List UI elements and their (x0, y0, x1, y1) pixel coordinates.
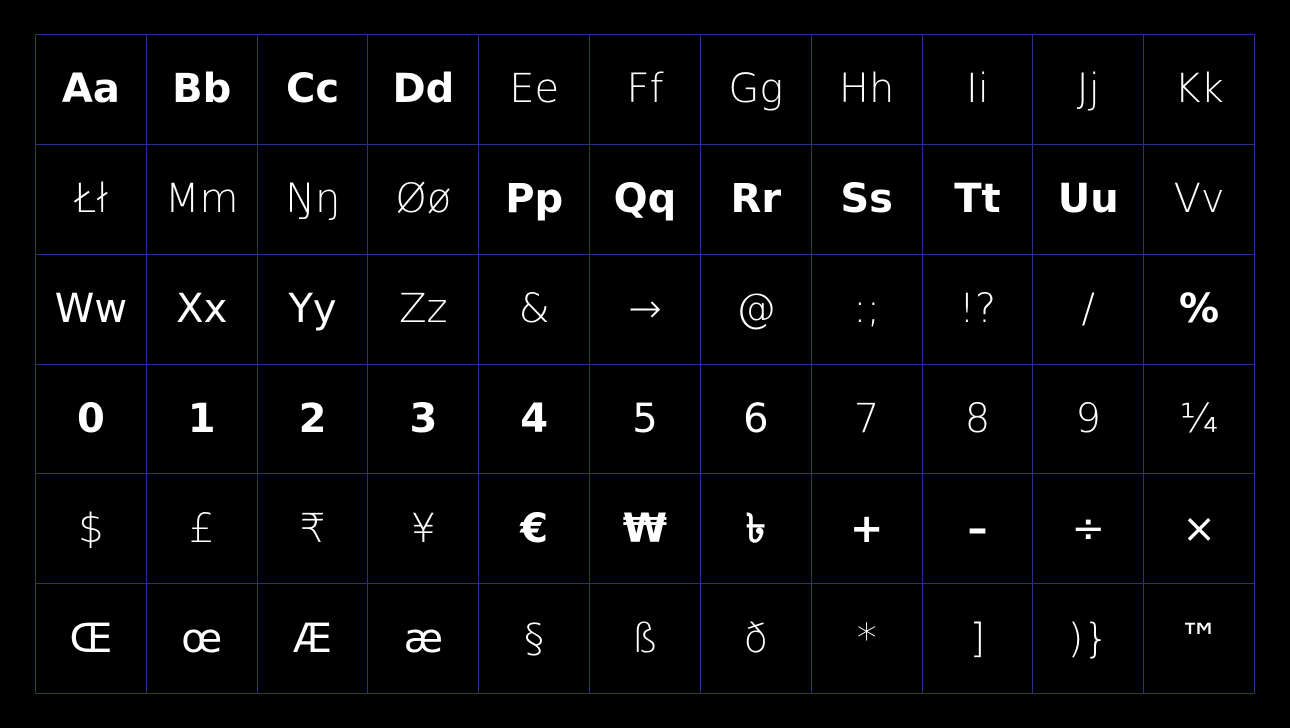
glyph-cell: Kk (1144, 35, 1255, 145)
glyph-cell: * (811, 584, 923, 694)
glyph-cell: ¼ (1144, 364, 1255, 475)
glyph-cell: ð (700, 584, 812, 694)
glyph-cell: 5 (590, 364, 701, 475)
glyph-cell: / (1033, 254, 1145, 365)
glyph-cell: ৳ (700, 474, 812, 585)
glyph-cell: $ (36, 474, 147, 585)
glyph-cell: 4 (479, 364, 591, 475)
glyph-cell: Ŋŋ (257, 144, 369, 255)
glyph-cell: æ (368, 584, 480, 694)
glyph-cell: ] (922, 584, 1034, 694)
glyph-cell: Rr (700, 144, 812, 255)
glyph-cell: Ss (811, 144, 923, 255)
glyph-cell: × (1144, 474, 1255, 585)
glyph-cell: & (479, 254, 591, 365)
glyph-cell: Gg (700, 35, 812, 145)
glyph-cell: Yy (257, 254, 369, 365)
glyph-cell: :; (811, 254, 923, 365)
glyph-cell: – (922, 474, 1034, 585)
glyph-cell: )} (1033, 584, 1145, 694)
glyph-cell: Æ (257, 584, 369, 694)
glyph-cell: Hh (811, 35, 923, 145)
glyph-cell: ¥ (368, 474, 480, 585)
glyph-cell: Tt (922, 144, 1034, 255)
glyph-cell: ™ (1144, 584, 1255, 694)
glyph-cell: 0 (36, 364, 147, 475)
glyph-cell: 2 (257, 364, 369, 475)
glyph-cell: œ (146, 584, 258, 694)
glyph-cell: 6 (700, 364, 812, 475)
glyph-cell: 3 (368, 364, 480, 475)
glyph-cell: 8 (922, 364, 1034, 475)
glyph-cell: Pp (479, 144, 591, 255)
glyph-grid: Aa Bb Cc Dd Ee Ff Gg Hh Ii Jj Kk Łł Mm Ŋŋ Øø Pp Qq Rr Ss Tt… (35, 34, 1255, 694)
glyph-cell: ₹ (257, 474, 369, 585)
glyph-cell: § (479, 584, 591, 694)
glyph-cell: !? (922, 254, 1034, 365)
glyph-cell: Łł (36, 144, 147, 255)
glyph-cell: → (590, 254, 701, 365)
glyph-cell: Zz (368, 254, 480, 365)
glyph-cell: Vv (1144, 144, 1255, 255)
glyph-cell: Jj (1033, 35, 1145, 145)
glyph-cell: 1 (146, 364, 258, 475)
glyph-cell: @ (700, 254, 812, 365)
glyph-cell: 7 (811, 364, 923, 475)
glyph-cell: Œ (36, 584, 147, 694)
glyph-cell: Ff (590, 35, 701, 145)
glyph-cell: ₩ (590, 474, 701, 585)
glyph-cell: 9 (1033, 364, 1145, 475)
glyph-cell: ÷ (1033, 474, 1145, 585)
glyph-cell: % (1144, 254, 1255, 365)
glyph-cell: Uu (1033, 144, 1145, 255)
glyph-cell: + (811, 474, 923, 585)
glyph-cell: Xx (146, 254, 258, 365)
glyph-cell: Aa (36, 35, 147, 145)
glyph-cell: Ww (36, 254, 147, 365)
glyph-cell: £ (146, 474, 258, 585)
glyph-cell: Øø (368, 144, 480, 255)
glyph-cell: Ii (922, 35, 1034, 145)
glyph-cell: Dd (368, 35, 480, 145)
glyph-cell: Mm (146, 144, 258, 255)
glyph-cell: € (479, 474, 591, 585)
glyph-cell: ß (590, 584, 701, 694)
glyph-cell: Qq (590, 144, 701, 255)
glyph-cell: Ee (479, 35, 591, 145)
glyph-cell: Bb (146, 35, 258, 145)
glyph-cell: Cc (257, 35, 369, 145)
